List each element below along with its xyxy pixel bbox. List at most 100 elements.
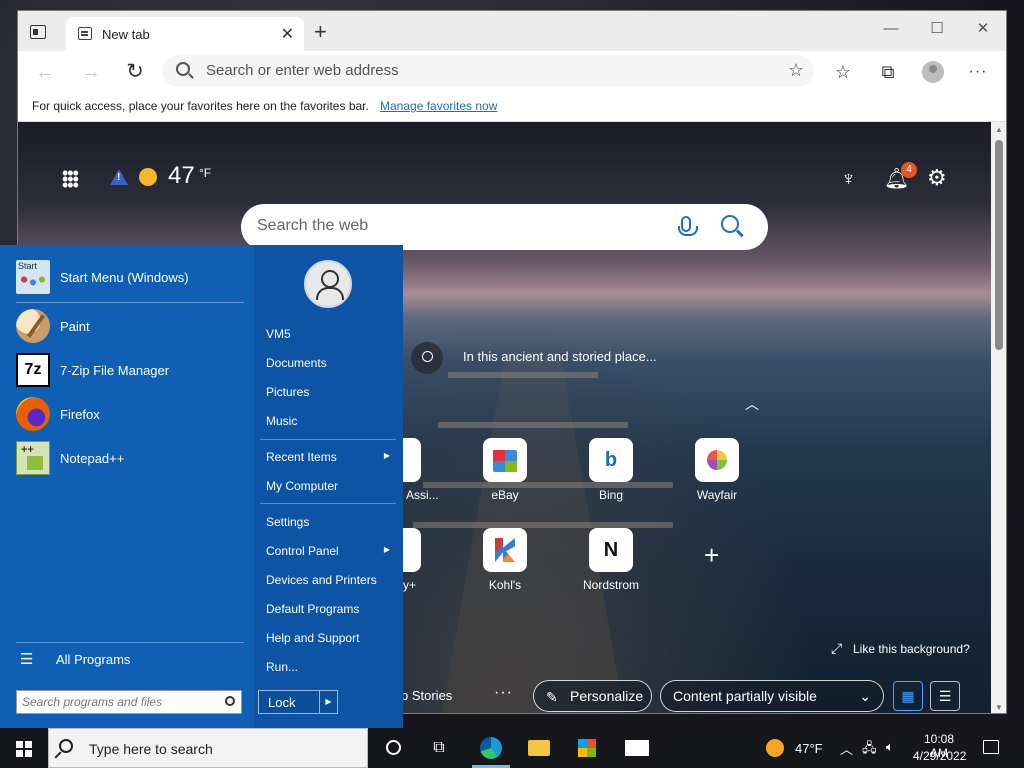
quick-link-kohls[interactable]: Kohl's — [460, 528, 550, 592]
quick-link-wayfair[interactable]: Wayfair — [672, 438, 762, 502]
scroll-thumb[interactable] — [995, 140, 1003, 350]
minimize-button[interactable]: — — [868, 17, 914, 41]
search-icon[interactable] — [721, 215, 739, 233]
menu-item-devices-printers[interactable]: Devices and Printers — [266, 573, 396, 587]
search-icon — [59, 739, 73, 753]
program-firefox[interactable]: Firefox — [16, 395, 244, 435]
menu-item-control-panel[interactable]: Control Panel ▶ — [266, 544, 396, 558]
lock-button[interactable]: Lock ▶ — [258, 690, 338, 714]
avatar-icon — [922, 61, 944, 83]
content-visibility-dropdown[interactable]: Content partially visible ⌄ — [660, 680, 884, 712]
browser-toolbar: ← → ↻ ☆ ☆ ⧉ ··· — [18, 51, 1006, 91]
menu-item-documents[interactable]: Documents — [266, 356, 396, 370]
program-7zip[interactable]: 7z 7-Zip File Manager — [16, 351, 244, 391]
power-options-arrow-icon[interactable]: ▶ — [319, 691, 337, 713]
microphone-icon[interactable] — [678, 216, 698, 236]
app-launcher-icon[interactable]: ••• ••• ••• — [62, 164, 79, 194]
background-caption[interactable]: In this ancient and storied place... — [463, 349, 657, 364]
tab-new-tab[interactable]: New tab ✕ — [66, 17, 304, 51]
content-visibility-label: Content partially visible — [673, 688, 817, 704]
quick-link-label: eBay — [491, 488, 519, 502]
show-hidden-icons-icon[interactable]: ︿ — [840, 739, 853, 758]
list-view-icon[interactable]: ☰ — [930, 681, 960, 711]
menu-item-settings[interactable]: Settings — [266, 515, 396, 529]
weather-widget-icon[interactable] — [766, 739, 784, 757]
favorites-icon[interactable]: ☆ — [830, 59, 856, 85]
menu-item-default-programs[interactable]: Default Programs — [266, 602, 396, 616]
profile-button[interactable] — [920, 59, 946, 85]
collapse-chevron-icon[interactable]: ︿ — [745, 394, 759, 414]
quick-link-partial[interactable] — [403, 438, 421, 482]
rewards-icon[interactable]: ♆ — [841, 168, 856, 191]
address-input[interactable] — [206, 62, 766, 79]
refresh-icon[interactable]: ↻ — [122, 59, 148, 85]
weather-temperature[interactable]: 47 — [168, 162, 195, 190]
volume-icon[interactable]: 🔈︎ — [886, 739, 894, 755]
search-icon[interactable] — [225, 696, 235, 706]
background-search-icon[interactable] — [411, 342, 443, 374]
program-label: Firefox — [60, 407, 100, 422]
forward-arrow-icon[interactable]: → — [78, 59, 104, 85]
expand-icon[interactable]: ⤢ — [831, 640, 842, 657]
tab-actions-icon[interactable] — [30, 25, 46, 39]
program-paint[interactable]: Paint — [16, 307, 244, 347]
top-stories-tab[interactable]: p Stories — [401, 688, 452, 703]
mail-icon[interactable] — [624, 735, 650, 761]
web-search-input[interactable] — [257, 217, 657, 235]
menu-item-user[interactable]: VM5 — [266, 327, 396, 341]
more-options-icon[interactable]: ··· — [965, 59, 991, 85]
submenu-arrow-icon: ▶ — [383, 451, 390, 460]
edge-browser-icon[interactable] — [478, 735, 504, 761]
program-start-menu[interactable]: Start Start Menu (Windows) — [16, 258, 244, 298]
menu-item-help-support[interactable]: Help and Support — [266, 631, 396, 645]
program-notepadpp[interactable]: Notepad++ — [16, 439, 244, 479]
weather-alert-icon[interactable] — [110, 169, 128, 185]
maximize-button[interactable]: ☐ — [914, 17, 960, 41]
scroll-up-icon[interactable]: ▲ — [995, 125, 1003, 134]
menu-item-pictures[interactable]: Pictures — [266, 385, 396, 399]
network-icon[interactable]: 🖧︎ — [862, 739, 877, 761]
quick-link-nordstrom[interactable]: N Nordstrom — [566, 528, 656, 592]
scroll-down-icon[interactable]: ▼ — [995, 703, 1003, 712]
program-search-box[interactable] — [16, 690, 242, 714]
wayfair-icon — [707, 450, 727, 470]
menu-item-music[interactable]: Music — [266, 414, 396, 428]
taskbar-search-box[interactable]: Type here to search — [48, 728, 368, 768]
menu-item-my-computer[interactable]: My Computer — [266, 479, 396, 493]
more-options-icon[interactable]: ··· — [494, 684, 513, 702]
program-search-input[interactable] — [22, 695, 212, 709]
cortana-icon[interactable] — [380, 735, 406, 761]
clock-date[interactable]: 4/29/2022 — [913, 749, 966, 763]
personalize-button[interactable]: ✎ Personalize — [533, 680, 652, 712]
chevron-down-icon: ⌄ — [859, 688, 871, 704]
menu-item-run[interactable]: Run... — [266, 660, 396, 674]
add-quick-link-button[interactable]: + — [704, 540, 719, 571]
quick-link-partial[interactable] — [403, 528, 421, 572]
file-explorer-icon[interactable] — [526, 735, 552, 761]
notification-center-icon[interactable] — [983, 740, 999, 754]
back-arrow-icon[interactable]: ← — [32, 59, 58, 85]
new-tab-button[interactable]: + — [314, 19, 327, 45]
weather-sun-icon[interactable] — [139, 168, 157, 186]
web-search-box[interactable] — [241, 204, 768, 250]
close-window-button[interactable]: ✕ — [960, 17, 1006, 41]
pier-plank — [448, 372, 598, 378]
tab-close-icon[interactable]: ✕ — [281, 24, 294, 44]
grid-view-icon[interactable]: ▦ — [893, 681, 923, 711]
collections-icon[interactable]: ⧉ — [875, 59, 901, 85]
address-bar[interactable]: ☆ — [162, 55, 814, 87]
windows-start-icon[interactable] — [0, 728, 48, 768]
microsoft-store-icon[interactable] — [574, 735, 600, 761]
7zip-icon: 7z — [16, 353, 50, 387]
quick-link-bing[interactable]: b Bing — [566, 438, 656, 502]
menu-item-recent-items[interactable]: Recent Items ▶ — [266, 450, 396, 464]
add-favorite-icon[interactable]: ☆ — [788, 60, 804, 81]
task-view-icon[interactable]: ⧉ — [426, 735, 452, 761]
like-background-link[interactable]: Like this background? — [853, 642, 970, 656]
vertical-scrollbar[interactable]: ▲ ▼ — [991, 122, 1006, 713]
quick-link-ebay[interactable]: eBay — [460, 438, 550, 502]
manage-favorites-link[interactable]: Manage favorites now — [380, 99, 497, 113]
user-avatar-icon[interactable] — [304, 260, 352, 308]
weather-temperature[interactable]: 47°F — [795, 741, 823, 756]
settings-gear-icon[interactable]: ⚙ — [927, 165, 947, 191]
